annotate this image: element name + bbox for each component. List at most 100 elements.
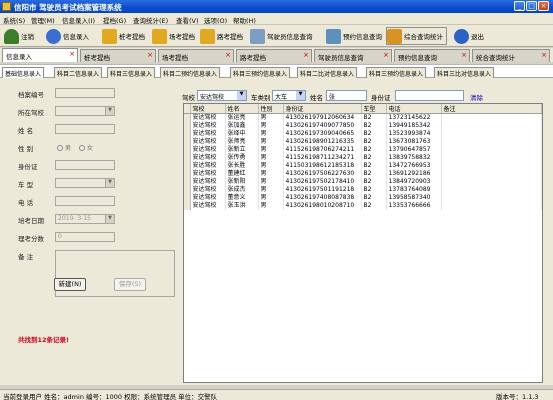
maximize-icon[interactable]: □ <box>526 1 537 11</box>
gender-male-radio[interactable]: 男 <box>57 143 71 152</box>
subtab-subject2-compare[interactable]: 科目二比对信息录入 <box>297 67 358 78</box>
table-row[interactable]: 安达驾校 张传勇男 411526198711234271 B2 13839758832 <box>184 154 542 162</box>
label-exam-date: 培考日期 <box>18 217 44 225</box>
table-row[interactable]: 安达驾校 张运亮男 413026197912060634 B2 13723145622 <box>184 113 542 122</box>
combined-stats-button[interactable]: 综合查询统计 <box>386 27 447 45</box>
exit-button[interactable]: 退出 <box>454 27 484 45</box>
col-phone[interactable]: 电话 <box>386 104 442 114</box>
records-grid[interactable]: 驾校 姓名 性别 身份证 车型 电话 备注 安达驾校 张运亮男 4130261979… <box>183 103 543 383</box>
menu-help[interactable]: 帮助(H) <box>233 15 256 25</box>
driver-query-button[interactable]: 驾驶员信息查询 <box>250 27 313 45</box>
close-tab-icon[interactable]: × <box>69 50 75 58</box>
exam-date-picker[interactable]: 2010- 3-15 ▼ <box>55 214 115 224</box>
col-remark[interactable]: 备注 <box>441 104 542 114</box>
tab-road-archive[interactable]: 路考提档 × <box>236 49 312 62</box>
field-archive-button[interactable]: 场考提档 <box>152 27 195 45</box>
close-icon[interactable]: × <box>538 1 549 11</box>
table-cell: B2 <box>361 138 387 146</box>
table-cell: 张加鑫 <box>225 122 259 130</box>
table-cell: 413026197501191218 <box>283 186 362 194</box>
gender-female-radio[interactable]: 女 <box>79 143 93 152</box>
col-idcard[interactable]: 身份证 <box>283 104 362 114</box>
table-cell <box>441 122 542 130</box>
close-tab-icon[interactable]: × <box>541 51 547 59</box>
save-button[interactable]: 保存(S) <box>114 278 146 291</box>
table-row[interactable]: 安达驾校 张加鑫男 413026197409077850 B2 13949185342 <box>184 122 542 130</box>
tab-driver-query[interactable]: 驾驶员信息查询 × <box>314 49 392 62</box>
close-tab-icon[interactable]: × <box>383 51 389 59</box>
col-name[interactable]: 姓名 <box>225 104 259 114</box>
folder-icon <box>102 28 117 44</box>
record-count-message: 共找到12条记录! <box>18 336 70 344</box>
table-cell: 张新立 <box>225 146 259 154</box>
road-archive-button[interactable]: 路考提档 <box>200 27 243 45</box>
table-cell: 张玉洪 <box>225 202 259 210</box>
close-tab-icon[interactable]: × <box>461 51 467 59</box>
col-cartype[interactable]: 车型 <box>361 104 387 114</box>
table-cell <box>441 138 542 146</box>
table-row[interactable]: 安达驾校 董意义男 413026197408087838 B2 13958587340 <box>184 194 542 202</box>
table-cell: 411526198711234271 <box>283 154 362 162</box>
cartype-select[interactable]: ▼ <box>55 178 115 188</box>
tab-combined-stats[interactable]: 统合查询统计 × <box>472 49 550 62</box>
subtab-subject3-appointment-2[interactable]: 科目三预约信息录入 <box>366 67 427 78</box>
subtab-subject2-appointment[interactable]: 科目二预约信息录入 <box>160 67 221 78</box>
menu-archive[interactable]: 提档(G) <box>103 15 126 25</box>
table-row[interactable]: 安达驾校 张长胜男 411503198612185318 B2 13472766953 <box>184 162 542 170</box>
label-cartype: 车 型 <box>18 181 34 189</box>
menu-options[interactable]: 选项(O) <box>204 15 227 25</box>
theory-score-field[interactable]: 0 <box>55 232 115 242</box>
filter-cartype-select[interactable]: 大车 ▼ <box>272 90 306 101</box>
table-row[interactable]: 安达驾校 董建红男 413026197506227630 B2 13691292186 <box>184 170 542 178</box>
tab-info-entry[interactable]: 信息录入 × <box>2 48 78 62</box>
logout-button[interactable]: 注销 <box>4 27 34 45</box>
subtab-subject3-appointment[interactable]: 科目三预约信息录入 <box>230 67 291 78</box>
tab-field-archive[interactable]: 场考提档 × <box>158 49 234 62</box>
name-field[interactable] <box>55 124 115 134</box>
info-entry-button[interactable]: 信息录入 <box>46 27 89 45</box>
archive-number-field[interactable] <box>55 88 115 98</box>
table-row[interactable]: 安达驾校 张绎中男 413026197309040665 B2 13523993874 <box>184 130 542 138</box>
table-cell <box>441 154 542 162</box>
table-row[interactable]: 安达驾校 张成杰男 413026197501191218 B2 13783764089 <box>184 186 542 194</box>
table-row[interactable]: 安达驾校 张新阳男 413026197502178410 B2 13849720903 <box>184 178 542 186</box>
table-cell: 安达驾校 <box>190 130 226 138</box>
table-row[interactable]: 安达驾校 张玉洪男 413026198010208710 B2 13353766666 <box>184 202 542 210</box>
close-tab-icon[interactable]: × <box>303 51 309 59</box>
subtab-subject2-info[interactable]: 科目二信息录入 <box>54 67 103 78</box>
appointment-query-button[interactable]: 预约信息查询 <box>326 27 382 45</box>
idcard-field[interactable] <box>55 160 115 170</box>
subtab-basic-info[interactable]: 基础信息录入 <box>2 67 45 78</box>
filter-name-input[interactable]: 张 <box>326 90 367 101</box>
table-row[interactable]: 安达驾校 张新立男 411526198706274211 B2 13790647857 <box>184 146 542 154</box>
col-school[interactable]: 驾校 <box>190 104 226 114</box>
close-tab-icon[interactable]: × <box>147 51 153 59</box>
minimize-icon[interactable]: _ <box>514 1 525 11</box>
table-cell: 413026197408087838 <box>283 194 362 202</box>
pile-archive-button[interactable]: 桩考提档 <box>102 27 145 45</box>
table-cell: 安达驾校 <box>190 154 226 162</box>
new-button[interactable]: 新建(N) <box>54 278 86 291</box>
close-tab-icon[interactable]: × <box>225 51 231 59</box>
table-cell: 13839758832 <box>386 154 442 162</box>
col-gender[interactable]: 性别 <box>258 104 284 114</box>
clear-filter-link[interactable]: 清除 <box>470 92 483 102</box>
menu-info-entry[interactable]: 信息录入(I) <box>62 15 95 25</box>
phone-field[interactable] <box>55 196 115 206</box>
menu-manage[interactable]: 管理(M) <box>31 15 55 25</box>
school-select[interactable]: ▼ <box>55 106 115 116</box>
menu-query[interactable]: 查询统计(E) <box>133 15 168 25</box>
table-row[interactable]: 安达驾校 张师亮男 413026198901216335 B2 13673081763 <box>184 138 542 146</box>
menu-view[interactable]: 查看(V) <box>176 15 199 25</box>
label-gender: 性 别 <box>18 145 34 153</box>
subtab-subject3-info[interactable]: 科目三信息录入 <box>107 67 156 78</box>
filter-idcard-input[interactable] <box>395 90 464 101</box>
filter-school-select[interactable]: 安达驾校 ▼ <box>197 90 247 101</box>
chevron-down-icon: ▼ <box>105 179 114 187</box>
table-cell: 张师亮 <box>225 138 259 146</box>
table-cell: 男 <box>258 146 284 154</box>
subtab-subject3-compare[interactable]: 科目三比对信息录入 <box>434 67 495 78</box>
tab-appointment-query[interactable]: 预约信息查询 × <box>394 49 470 62</box>
tab-pile-archive[interactable]: 桩考提档 × <box>80 49 156 62</box>
menu-system[interactable]: 系统(S) <box>3 15 25 25</box>
